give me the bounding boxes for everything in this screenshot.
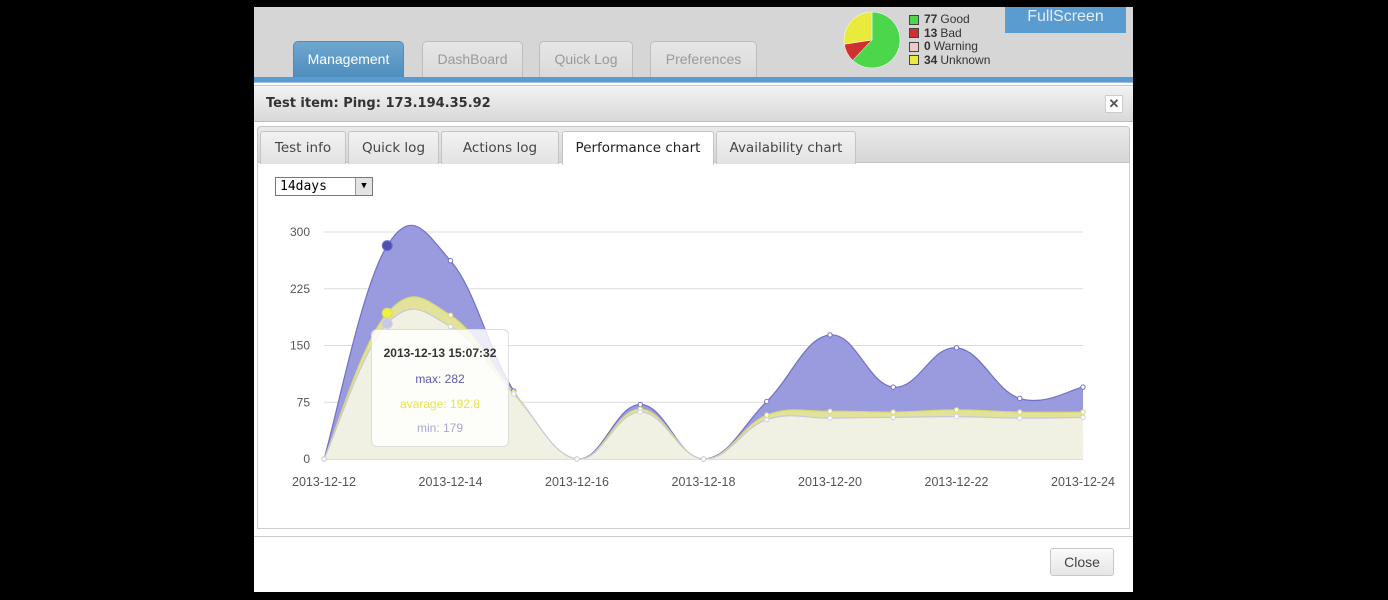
point-avarage[interactable] — [764, 412, 770, 418]
point-avarage[interactable] — [953, 407, 960, 413]
point-min[interactable] — [953, 413, 960, 420]
close-button[interactable]: Close — [1050, 548, 1114, 576]
point-max[interactable] — [637, 401, 643, 408]
point-max[interactable] — [1017, 395, 1023, 402]
range-select-value: 14days — [280, 179, 327, 194]
point-max[interactable] — [890, 384, 896, 390]
range-select[interactable]: 14days ▼ — [275, 177, 373, 196]
x-tick-label: 2013-12-20 — [798, 475, 862, 489]
fullscreen-button[interactable]: FullScreen — [1005, 7, 1126, 33]
point-max[interactable] — [381, 240, 393, 252]
point-avarage[interactable] — [890, 409, 896, 415]
legend-label: Warning — [933, 39, 978, 53]
legend-item-unknown: 34 Unknown — [909, 52, 991, 68]
dropdown-arrow-icon: ▼ — [355, 178, 372, 195]
point-max[interactable] — [764, 398, 770, 405]
app-window: Management DashBoard Quick Log Preferenc… — [254, 7, 1133, 592]
tooltip-date: 2013-12-13 15:07:32 — [383, 346, 497, 360]
point-min[interactable] — [381, 318, 393, 330]
point-min[interactable] — [1017, 415, 1023, 421]
point-min[interactable] — [827, 415, 833, 421]
status-legend: 77 Good 13 Bad 0 Warning 34 Unknown — [909, 12, 991, 68]
legend-swatch-bad — [909, 28, 919, 39]
y-tick-label: 225 — [290, 282, 310, 296]
chart-tooltip: 2013-12-13 15:07:32 max: 282 avarage: 19… — [371, 329, 509, 447]
tab-performance-chart[interactable]: Performance chart — [562, 131, 714, 165]
point-avarage[interactable] — [447, 312, 454, 318]
legend-label: Good — [940, 12, 970, 26]
tab-test-info[interactable]: Test info — [260, 131, 346, 164]
legend-count: 77 — [924, 12, 938, 26]
point-min[interactable] — [1080, 414, 1086, 421]
legend-count: 34 — [924, 52, 938, 67]
legend-label: Unknown — [940, 52, 991, 67]
point-min[interactable] — [511, 391, 517, 397]
nav-underline-light — [254, 82, 1133, 83]
y-tick-label: 150 — [290, 339, 310, 353]
tooltip-max: max: 282 — [415, 372, 465, 386]
x-tick-label: 2013-12-18 — [672, 475, 736, 489]
tooltip-avg: avarage: 192.8 — [399, 397, 481, 411]
point-max[interactable] — [1080, 384, 1086, 390]
legend-swatch-unknown — [909, 55, 919, 66]
dialog-header: Test item: Ping: 173.194.35.92 ✕ — [254, 85, 1133, 122]
point-max[interactable] — [827, 332, 833, 338]
point-max[interactable] — [447, 258, 454, 264]
legend-item-good: 77 Good — [909, 12, 990, 27]
x-tick-label: 2013-12-12 — [292, 475, 356, 489]
point-avarage[interactable] — [381, 307, 393, 319]
tab-management[interactable]: Management — [293, 41, 404, 79]
point-min[interactable] — [321, 456, 327, 462]
point-min[interactable] — [890, 414, 896, 421]
legend-count: 0 — [924, 39, 931, 53]
y-tick-label: 300 — [290, 225, 310, 239]
tab-quick-log-detail[interactable]: Quick log — [348, 131, 439, 164]
point-avarage[interactable] — [827, 408, 833, 415]
x-tick-label: 2013-12-22 — [925, 475, 989, 489]
point-avarage[interactable] — [1017, 409, 1023, 415]
tooltip-min: min: 179 — [416, 421, 464, 435]
legend-item-warning: 0 Warning — [909, 39, 990, 54]
status-pie-chart — [843, 11, 901, 69]
footer-divider — [254, 536, 1133, 537]
x-tick-label: 2013-12-16 — [545, 475, 609, 489]
tab-availability-chart[interactable]: Availability chart — [716, 131, 856, 164]
pie-slice-unknown — [843, 11, 873, 45]
y-tick-label: 0 — [303, 452, 310, 466]
tab-preferences[interactable]: Preferences — [650, 41, 757, 79]
point-min[interactable] — [700, 456, 707, 462]
point-min[interactable] — [574, 456, 580, 462]
tab-quick-log[interactable]: Quick Log — [539, 41, 633, 79]
legend-swatch-warning — [909, 41, 919, 52]
legend-swatch-good — [909, 14, 919, 25]
point-avarage[interactable] — [1080, 409, 1086, 415]
top-bar: Management DashBoard Quick Log Preferenc… — [254, 7, 1133, 83]
tab-dashboard[interactable]: DashBoard — [422, 41, 523, 79]
legend-item-bad: 13 Bad — [909, 25, 990, 41]
dialog-tab-strip: Test info Quick log Actions log Performa… — [257, 126, 1130, 165]
point-min[interactable] — [764, 416, 770, 423]
point-min[interactable] — [637, 409, 643, 415]
y-tick-label: 75 — [297, 395, 311, 409]
point-max[interactable] — [953, 345, 960, 351]
legend-label: Bad — [940, 25, 962, 40]
x-tick-label: 2013-12-14 — [419, 475, 483, 489]
tab-actions-log[interactable]: Actions log — [441, 131, 559, 164]
dialog-title: Test item: Ping: 173.194.35.92 — [266, 96, 491, 111]
legend-count: 13 — [924, 25, 938, 40]
close-icon[interactable]: ✕ — [1105, 95, 1123, 113]
x-tick-label: 2013-12-24 — [1051, 475, 1115, 489]
